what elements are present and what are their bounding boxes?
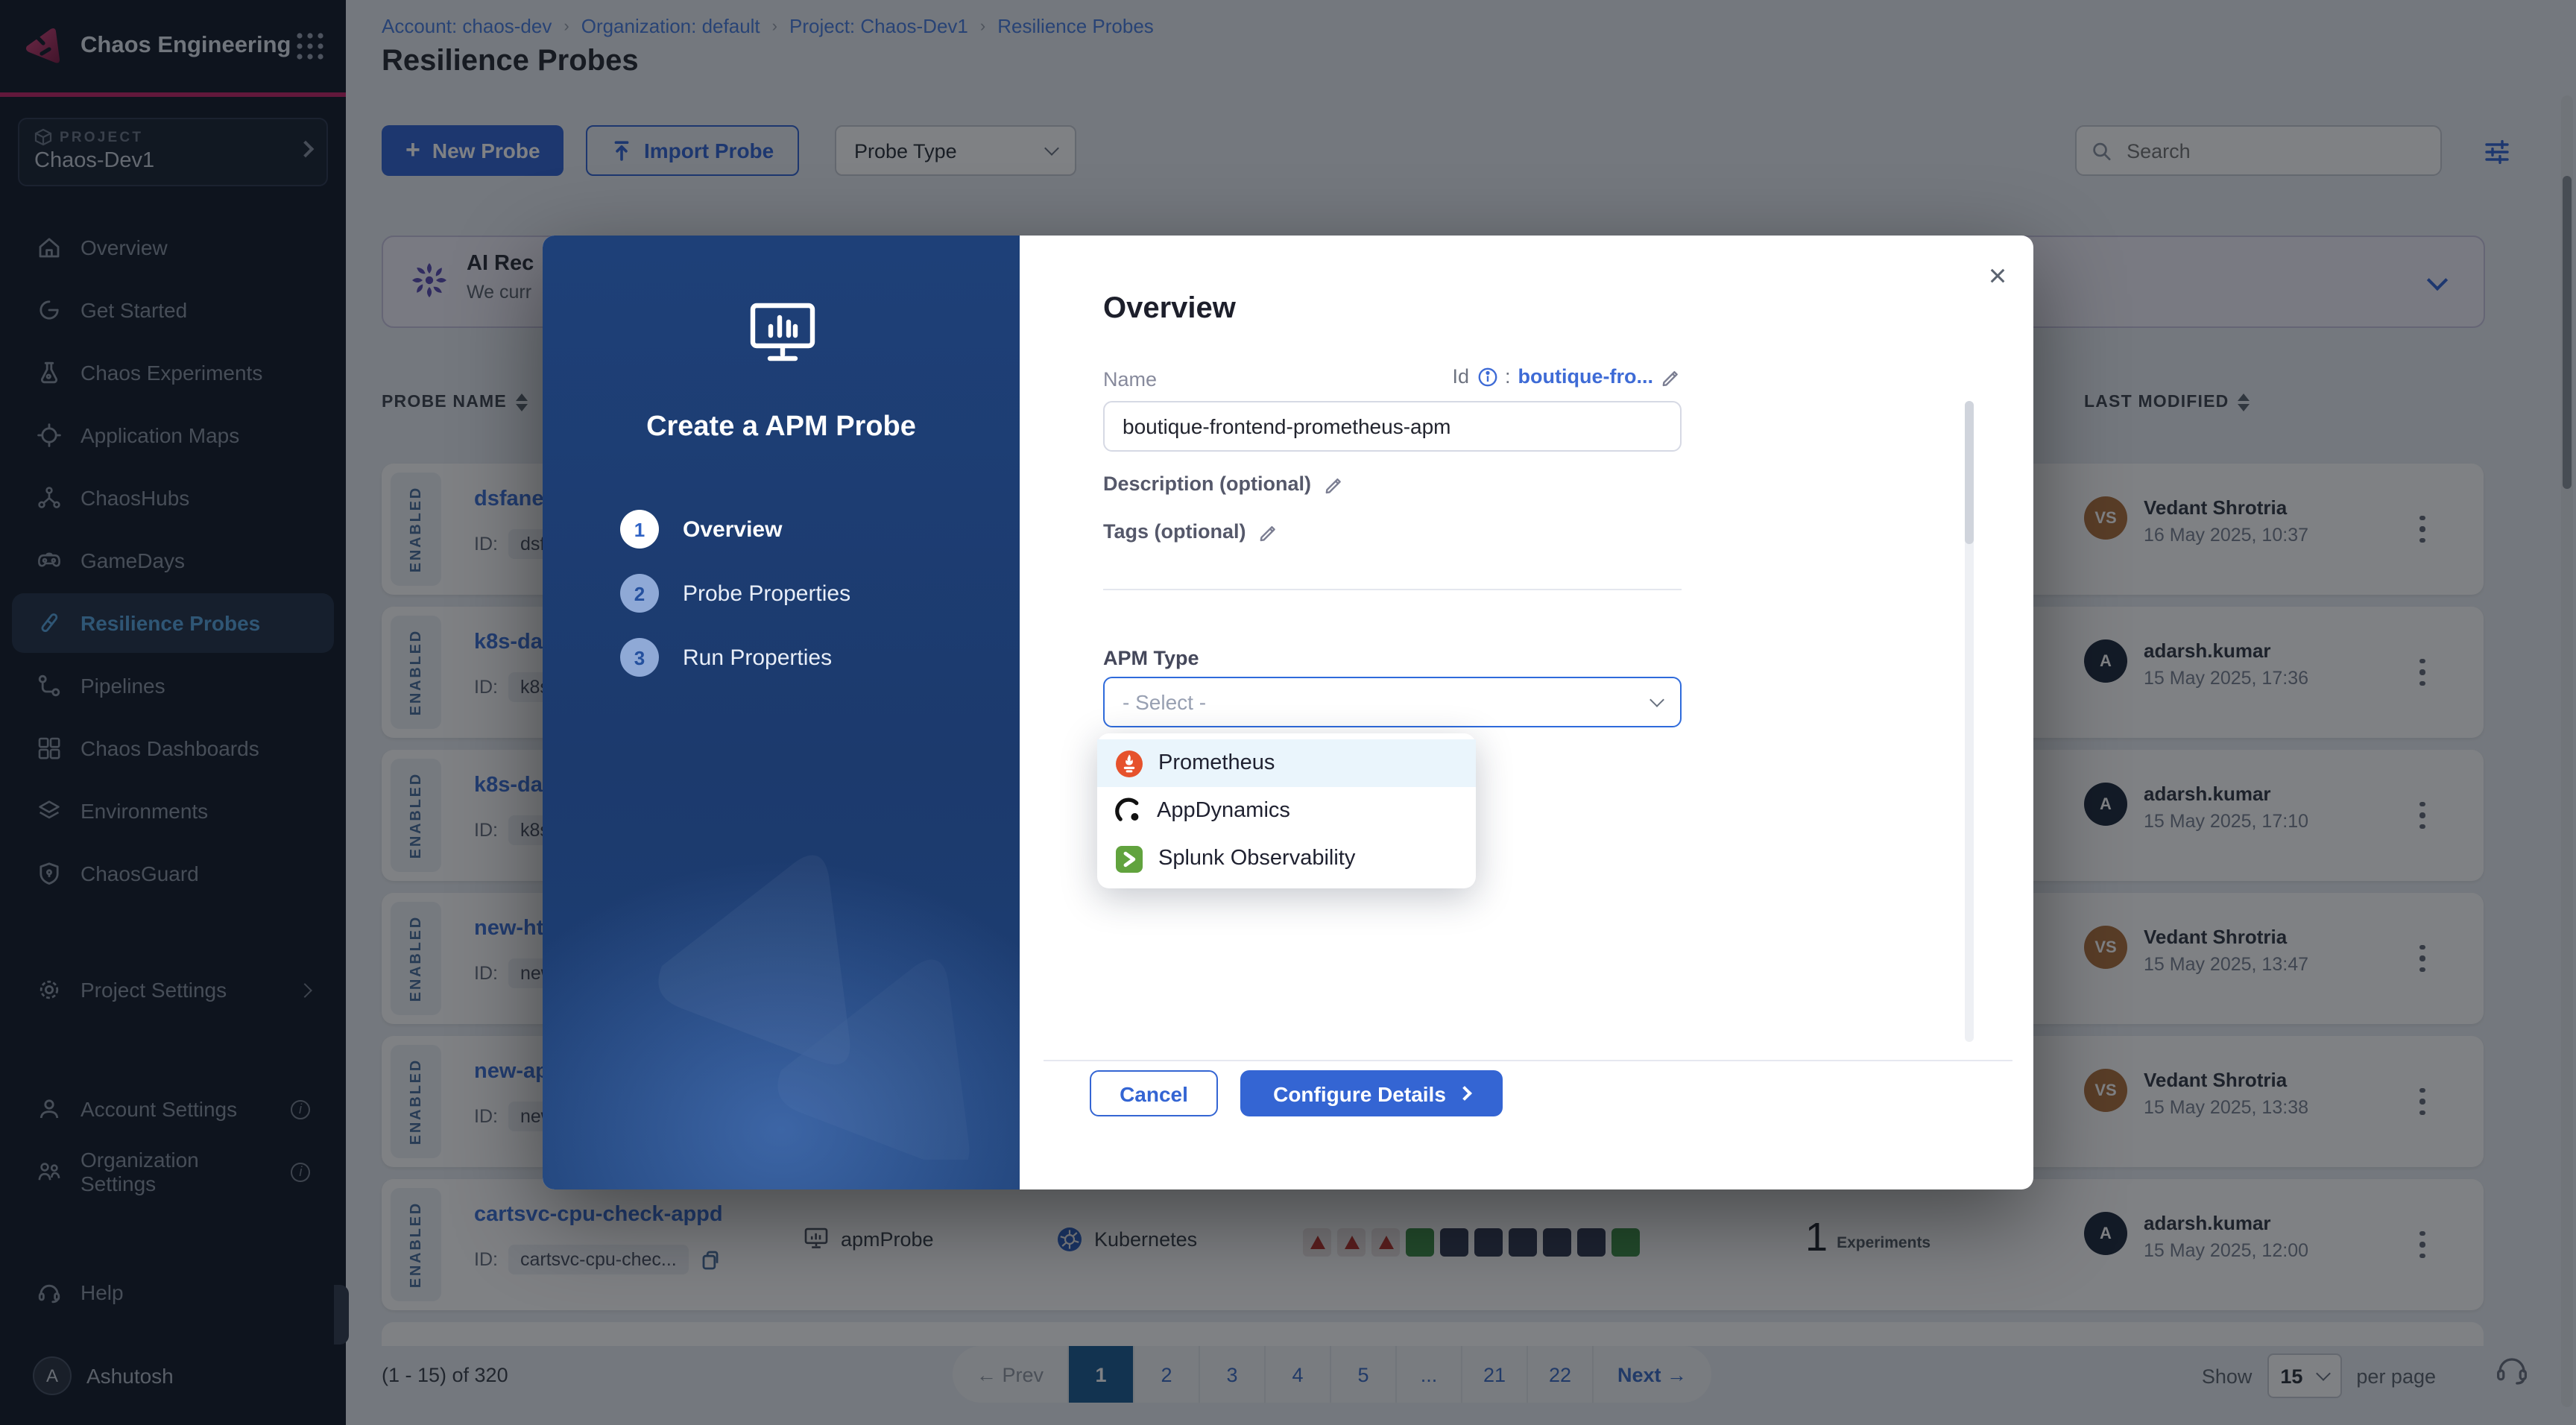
option-splunk-observability[interactable]: Splunk Observability bbox=[1097, 835, 1476, 882]
form-scrollbar[interactable] bbox=[1965, 401, 1974, 1042]
description-label: Description (optional) bbox=[1103, 473, 1344, 495]
harness-watermark-icon bbox=[572, 772, 1020, 1160]
name-label: Name bbox=[1103, 368, 1157, 391]
wizard-title: Create a APM Probe bbox=[543, 411, 1020, 444]
app-root: Chaos Engineering PROJECT Chaos-Dev1 Ove… bbox=[0, 0, 2576, 1425]
probe-name-input[interactable] bbox=[1103, 401, 1682, 452]
cancel-button[interactable]: Cancel bbox=[1090, 1070, 1218, 1116]
apm-type-label: APM Type bbox=[1103, 647, 1199, 669]
option-prometheus[interactable]: Prometheus bbox=[1097, 739, 1476, 787]
probe-id-value[interactable]: boutique-fro... bbox=[1518, 365, 1653, 388]
apm-type-dropdown-menu: Prometheus AppDynamics Splunk Observabil… bbox=[1097, 733, 1476, 888]
form-divider bbox=[1103, 589, 1682, 590]
edit-pencil-icon[interactable] bbox=[1323, 473, 1344, 494]
probe-id-row: Id : boutique-fro... bbox=[1318, 365, 1682, 388]
chevron-right-icon bbox=[1457, 1086, 1472, 1101]
wizard-step-run-properties[interactable]: 3 Run Properties bbox=[620, 638, 832, 677]
chevron-down-icon bbox=[1650, 692, 1664, 707]
close-icon[interactable]: × bbox=[1977, 256, 2018, 298]
wizard-panel: Create a APM Probe 1 Overview 2 Probe Pr… bbox=[543, 236, 1020, 1189]
prometheus-icon bbox=[1115, 749, 1143, 777]
appdynamics-icon bbox=[1115, 797, 1142, 824]
edit-pencil-icon[interactable] bbox=[1661, 366, 1682, 387]
apm-type-select[interactable]: - Select - bbox=[1103, 677, 1682, 727]
apm-monitor-icon bbox=[748, 301, 817, 364]
footer-divider bbox=[1044, 1060, 2012, 1061]
scrollbar-thumb[interactable] bbox=[1965, 401, 1974, 544]
overview-form-panel: × Overview Name Id : boutique-fro... Des… bbox=[1020, 236, 2033, 1189]
create-apm-probe-modal: Create a APM Probe 1 Overview 2 Probe Pr… bbox=[543, 236, 2033, 1189]
tags-label: Tags (optional) bbox=[1103, 520, 1279, 543]
info-icon[interactable] bbox=[1477, 366, 1497, 387]
configure-details-button[interactable]: Configure Details bbox=[1240, 1070, 1503, 1116]
edit-pencil-icon[interactable] bbox=[1258, 521, 1279, 542]
splunk-icon bbox=[1115, 844, 1143, 873]
wizard-step-probe-properties[interactable]: 2 Probe Properties bbox=[620, 574, 850, 613]
wizard-step-overview[interactable]: 1 Overview bbox=[620, 510, 782, 549]
option-appdynamics[interactable]: AppDynamics bbox=[1097, 787, 1476, 835]
id-label: Id bbox=[1452, 365, 1469, 388]
form-heading: Overview bbox=[1103, 292, 1236, 326]
